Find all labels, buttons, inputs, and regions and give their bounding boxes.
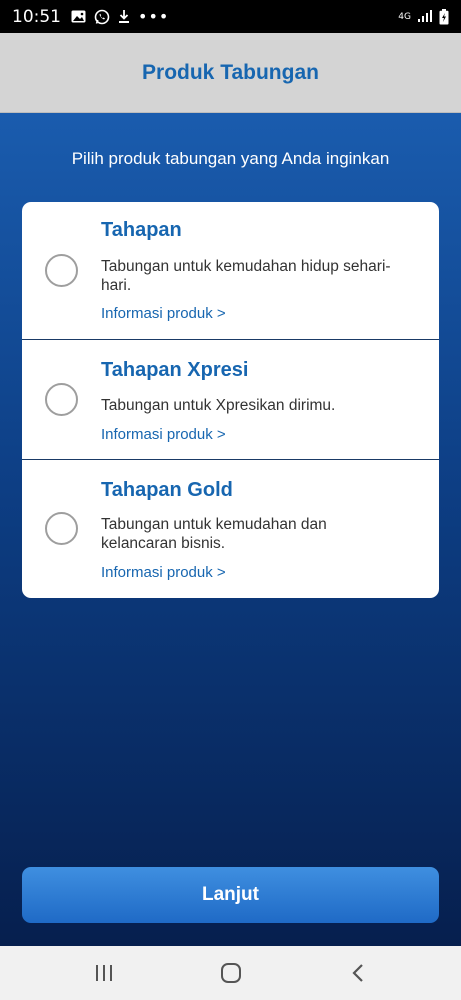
page-title: Produk Tabungan	[142, 60, 319, 84]
product-title: Tahapan Gold	[101, 479, 233, 501]
product-info-link[interactable]: Informasi produk >	[101, 305, 226, 322]
status-icons-left: •••	[71, 7, 169, 26]
next-button[interactable]: Lanjut	[22, 867, 439, 923]
recent-apps-icon[interactable]	[74, 953, 134, 993]
status-bar: 10:51 ••• 4G	[0, 0, 461, 33]
home-icon[interactable]	[201, 953, 261, 993]
radio-button[interactable]	[45, 254, 78, 287]
product-description: Tabungan untuk Xpresikan dirimu.	[101, 397, 336, 414]
main-content: Pilih produk tabungan yang Anda inginkan…	[0, 113, 461, 946]
image-icon	[71, 10, 86, 23]
product-options-card: Tahapan Tabungan untuk kemudahan hidup s…	[22, 202, 439, 598]
whatsapp-icon	[94, 9, 110, 25]
product-title: Tahapan	[101, 219, 182, 241]
network-4g-icon: 4G	[398, 11, 411, 22]
status-icons-right: 4G	[398, 8, 449, 25]
radio-button[interactable]	[45, 383, 78, 416]
back-icon[interactable]	[328, 953, 388, 993]
download-icon	[118, 9, 130, 24]
battery-charging-icon	[439, 8, 449, 25]
instruction-text: Pilih produk tabungan yang Anda inginkan	[71, 149, 390, 168]
radio-button[interactable]	[45, 512, 78, 545]
network-label: 4G	[398, 11, 411, 22]
product-option-tahapan[interactable]: Tahapan Tabungan untuk kemudahan hidup s…	[22, 202, 439, 340]
product-description: Tabungan untuk kemudahan hidup sehari-ha…	[101, 258, 391, 294]
product-description: Tabungan untuk kemudahan dan kelancaran …	[101, 516, 327, 552]
product-info-link[interactable]: Informasi produk >	[101, 426, 226, 443]
system-nav-bar	[0, 946, 461, 1000]
product-option-tahapan-xpresi[interactable]: Tahapan Xpresi Tabungan untuk Xpresikan …	[22, 340, 439, 460]
product-title: Tahapan Xpresi	[101, 359, 249, 381]
product-info-link[interactable]: Informasi produk >	[101, 564, 226, 581]
status-time: 10:51	[12, 6, 61, 27]
app-header: Produk Tabungan	[0, 33, 461, 113]
signal-icon	[417, 10, 433, 23]
product-option-tahapan-gold[interactable]: Tahapan Gold Tabungan untuk kemudahan da…	[22, 460, 439, 598]
more-notifications-dots: •••	[138, 7, 170, 26]
